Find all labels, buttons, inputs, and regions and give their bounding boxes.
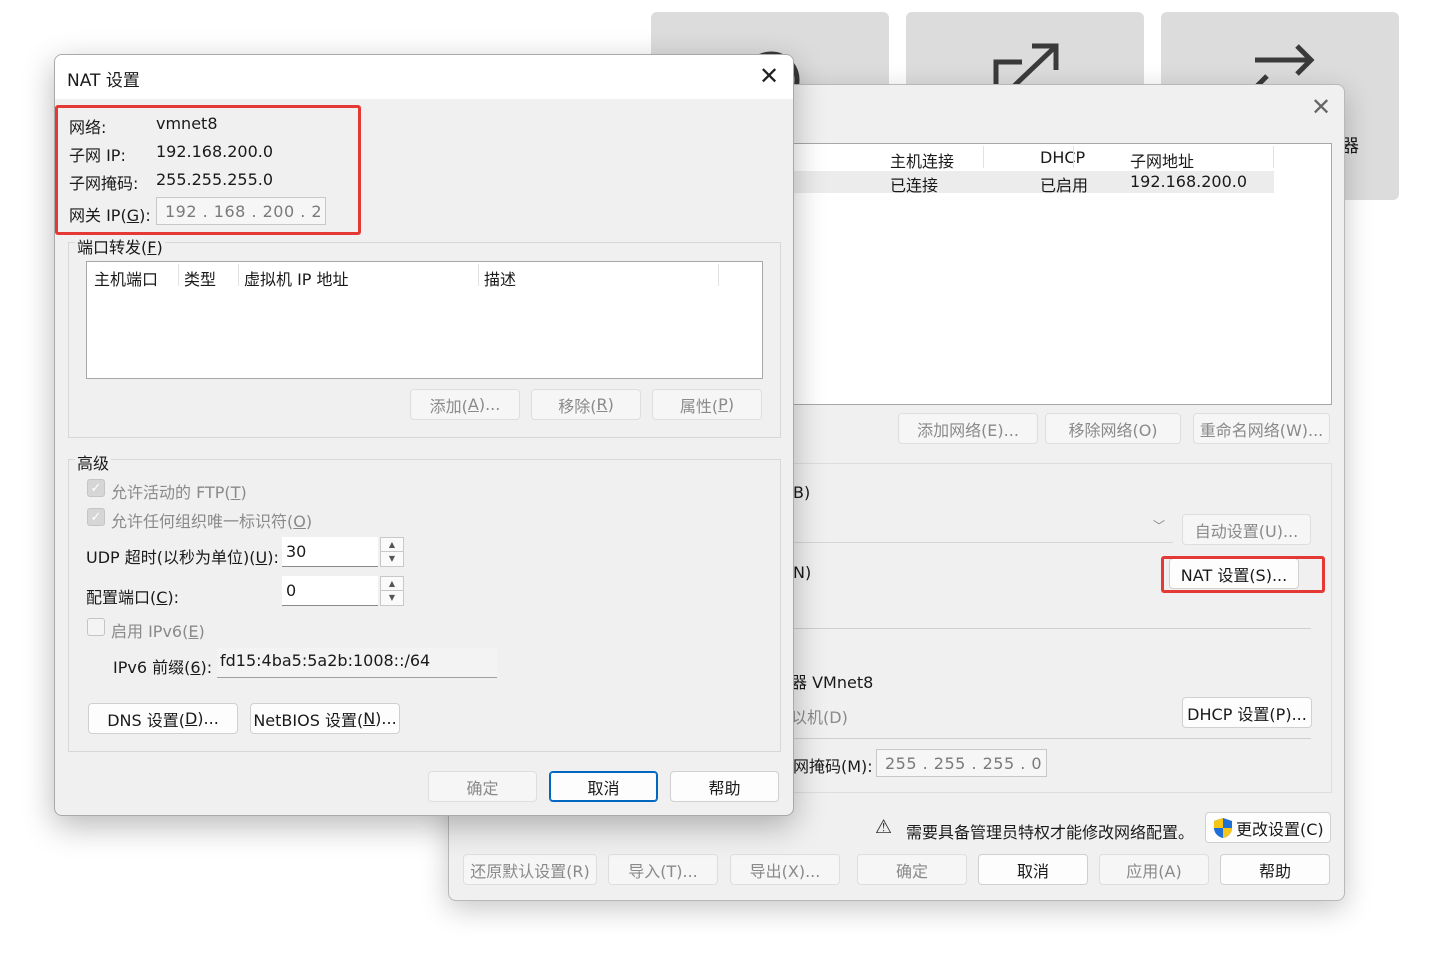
subnet-mask-partial-label: 网掩码(M): [793,757,873,776]
row-subnet: 192.168.200.0 [1130,172,1248,191]
row-dhcp-status: 已启用 [1040,176,1089,195]
stepper-up-icon[interactable]: ▲ [381,538,403,552]
stepper-down-icon[interactable]: ▼ [381,591,403,605]
adapter-partial-label: 器 VMnet8 [791,673,874,692]
stepper-down-icon[interactable]: ▼ [381,552,403,566]
port-properties-button[interactable]: 属性(P) [652,389,762,420]
nat-help-button[interactable]: 帮助 [670,771,779,802]
apply-button[interactable]: 应用(A) [1099,854,1209,885]
enable-ipv6-label: 启用 IPv6(E) [111,622,205,641]
enable-ipv6-checkbox[interactable] [87,618,105,636]
nat-titlebar: NAT 设置 ✕ [55,55,793,99]
allow-any-oui-label: 允许任何组织唯一标识符(O) [111,512,313,531]
netbios-settings-button[interactable]: NetBIOS 设置(N)... [250,703,400,734]
dhcp-settings-button[interactable]: DHCP 设置(P)... [1182,697,1312,728]
export-button[interactable]: 导出(X)... [730,854,840,885]
bridge-partial-label: B) [793,483,811,502]
allow-active-ftp-checkbox[interactable]: ✓ [87,479,105,497]
close-icon[interactable]: ✕ [1311,95,1331,119]
change-settings-button[interactable]: 更改设置(C) [1205,812,1331,843]
auto-settings-button[interactable]: 自动设置(U)... [1182,514,1311,545]
import-button[interactable]: 导入(T)... [608,854,718,885]
rename-network-button[interactable]: 重命名网络(W)... [1193,413,1330,444]
col-description[interactable]: 描述 [484,266,516,290]
dns-settings-button[interactable]: DNS 设置(D)... [88,703,238,734]
close-icon[interactable]: ✕ [759,64,779,88]
remove-port-button[interactable]: 移除(R) [531,389,641,420]
udp-timeout-label: UDP 超时(以秒为单位)(U): [86,548,279,567]
config-port-input[interactable]: 0 [282,576,378,606]
row-host-status: 已连接 [890,176,939,195]
add-network-button[interactable]: 添加网络(E)... [898,413,1038,444]
vnet-row-vmnet8[interactable]: 已连接 已启用 192.168.200.0 [740,171,1274,195]
admin-notice: 需要具备管理员特权才能修改网络配置。 [906,823,1195,842]
restore-defaults-button[interactable]: 还原默认设置(R) [463,854,597,885]
main-help-button[interactable]: 帮助 [1220,854,1330,885]
udp-timeout-input[interactable]: 30 [282,537,378,567]
highlight-network-info [55,105,361,235]
port-forwarding-list[interactable]: 主机端口 类型 虚拟机 IP 地址 描述 [86,261,763,379]
vm-partial-label: 以机(D) [791,708,848,727]
allow-any-oui-checkbox[interactable]: ✓ [87,508,105,526]
nat-dialog-title: NAT 设置 [67,71,140,91]
col-host-connection[interactable]: 主机连接 [890,148,954,172]
config-port-label: 配置端口(C): [86,588,180,607]
col-dhcp[interactable]: DHCP [1040,148,1085,167]
add-port-button[interactable]: 添加(A)... [410,389,520,420]
shield-icon [1214,817,1232,838]
main-ok-button[interactable]: 确定 [857,854,967,885]
advanced-title: 高级 [75,450,112,474]
ipv6-prefix-input[interactable]: fd15:4ba5:5a2b:1008::/64 [217,648,497,678]
col-subnet-address[interactable]: 子网地址 [1130,148,1194,172]
chevron-down-icon: ﹀ [1152,519,1165,533]
main-cancel-button[interactable]: 取消 [978,854,1088,885]
stepper-up-icon[interactable]: ▲ [381,577,403,591]
ipv6-prefix-label: IPv6 前缀(6): [113,658,213,677]
nat-partial-label: N) [793,563,812,582]
main-subnet-mask-field[interactable]: 255 . 255 . 255 . 0 [876,749,1047,777]
allow-active-ftp-label: 允许活动的 FTP(T) [111,483,247,502]
port-forwarding-title: 端口转发(F) [75,234,165,258]
col-host-port[interactable]: 主机端口 [94,266,158,290]
change-settings-label: 更改设置(C) [1236,819,1324,839]
warning-icon: ⚠ [875,816,893,838]
col-vm-ip[interactable]: 虚拟机 IP 地址 [244,266,349,290]
config-port-stepper[interactable]: ▲ ▼ [380,576,404,606]
bridge-adapter-select[interactable]: ﹀ [789,515,1173,543]
udp-timeout-stepper[interactable]: ▲ ▼ [380,537,404,567]
remove-network-button[interactable]: 移除网络(O) [1045,413,1181,444]
highlight-nat-button [1161,556,1325,593]
nat-cancel-button[interactable]: 取消 [549,771,658,802]
col-type[interactable]: 类型 [184,266,216,290]
nat-ok-button[interactable]: 确定 [428,771,537,802]
vnet-list[interactable]: 主机连接 DHCP 子网地址 已连接 已启用 192.168.200.0 [739,143,1332,405]
